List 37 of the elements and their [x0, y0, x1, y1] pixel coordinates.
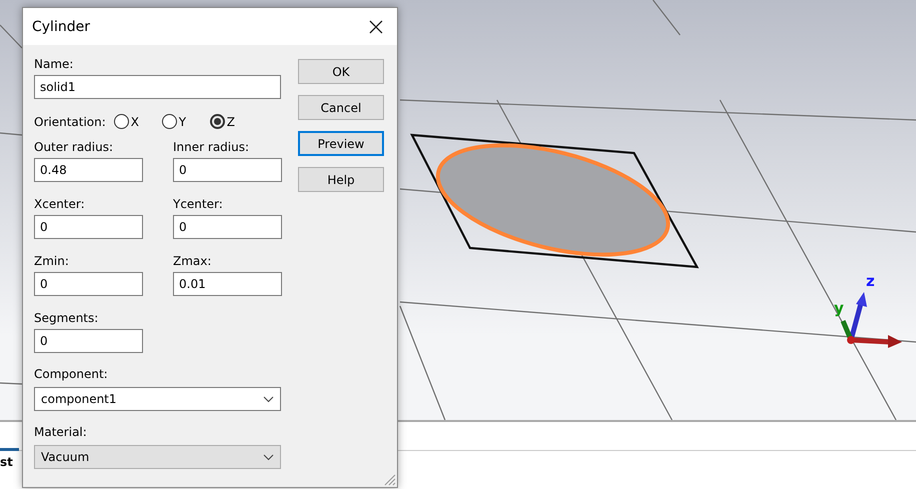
dialog-button[interactable]: Help [298, 167, 384, 192]
input-field[interactable]: 0 [34, 272, 143, 296]
field-label: Name: [34, 57, 74, 71]
dialog-button[interactable]: OK [298, 59, 384, 84]
field-label: Segments: [34, 311, 100, 325]
axis-label: z [866, 272, 875, 290]
radio-button[interactable] [162, 114, 177, 129]
dialog-button[interactable]: Cancel [298, 95, 384, 120]
window-title: Cylinder [32, 18, 90, 34]
radio-label: Z [226, 114, 236, 128]
field-label: Zmin: [34, 254, 70, 268]
input-field[interactable]: 0 [34, 329, 143, 353]
input-field[interactable]: 0 [173, 215, 282, 239]
name-field[interactable]: solid1 [34, 75, 281, 99]
input-field[interactable]: 0.01 [173, 272, 282, 296]
field-label: Inner radius: [173, 140, 250, 154]
field-label: Material: [34, 425, 88, 439]
radio-button[interactable] [210, 114, 225, 129]
input-field[interactable]: 0.48 [34, 158, 143, 182]
dialog-button[interactable]: Preview [298, 131, 384, 156]
dropdown[interactable]: component1 [34, 387, 281, 411]
input-field[interactable]: 0 [34, 215, 143, 239]
field-label: Xcenter: [34, 197, 86, 211]
axis-label: y [834, 299, 844, 317]
close-icon[interactable] [369, 20, 383, 34]
chevron-icon [263, 454, 274, 460]
resize-grip-icon[interactable] [384, 474, 396, 486]
field-label: Orientation: [34, 114, 106, 128]
radio-label: Y [178, 114, 186, 128]
input-field[interactable]: 0 [173, 158, 282, 182]
field-label: Outer radius: [34, 140, 114, 154]
radio-label: X [130, 114, 140, 128]
field-label: Zmax: [173, 254, 212, 268]
field-label: Component: [34, 367, 109, 381]
field-label: Ycenter: [173, 197, 224, 211]
radio-button[interactable] [114, 114, 129, 129]
chevron-icon [263, 396, 274, 402]
